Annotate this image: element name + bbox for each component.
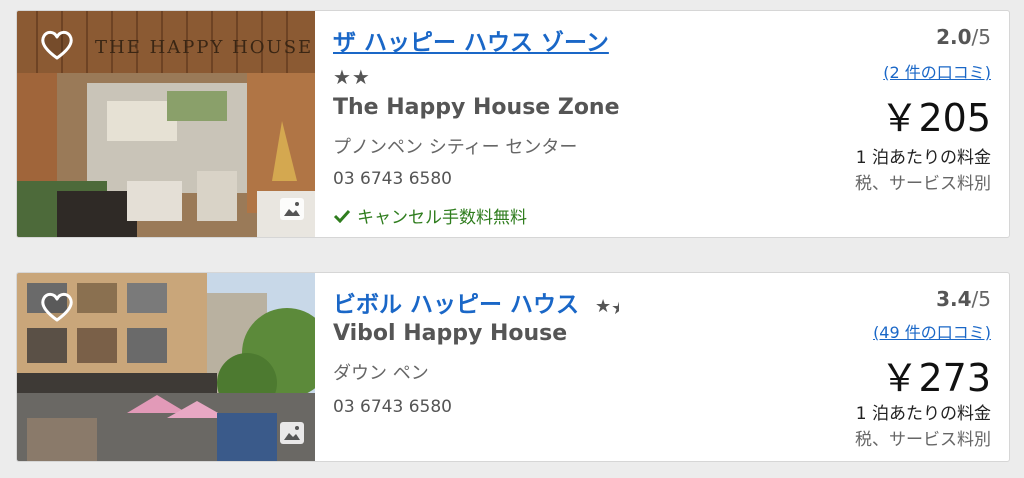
star-icon: ★ <box>595 296 612 317</box>
heart-icon[interactable] <box>39 291 75 323</box>
price: ￥273 <box>880 356 991 400</box>
hotel-name-jp-link[interactable]: ビボル ハッピー ハウス ★★ <box>333 285 619 319</box>
image-gallery-icon[interactable] <box>279 421 305 445</box>
free-cancellation: キャンセル手数料無料 <box>333 203 527 228</box>
hotel-photo-1[interactable]: THE HAPPY HOUSE <box>17 11 315 237</box>
price-per-night-note: 1 泊あたりの料金 <box>855 148 991 168</box>
tax-note: 税、サービス料別 <box>855 174 991 194</box>
reviews-link[interactable]: (49 件の口コミ) <box>873 319 991 343</box>
hotel-area: プノンペン シティー センター <box>333 137 578 158</box>
reviews-link[interactable]: (2 件の口コミ) <box>883 59 991 83</box>
half-star-icon: ★ <box>611 298 619 319</box>
heart-icon[interactable] <box>39 29 75 61</box>
price-block-2: 3.4/5 (49 件の口コミ) ￥273 1 泊あたりの料金 税、サービス料別 <box>751 273 991 461</box>
review-score: 3.4/5 <box>936 287 991 311</box>
star-rating: ★★ <box>595 296 619 319</box>
review-score: 2.0/5 <box>936 25 991 49</box>
hotel-name-en: The Happy House Zone <box>333 95 620 120</box>
hotel-info-1: ザ ハッピー ハウス ゾーン ★★ The Happy House Zone プ… <box>333 11 1009 237</box>
hotel-name-en: Vibol Happy House <box>333 321 568 346</box>
hotel-card-1[interactable]: THE HAPPY HOUSE ザ ハッピー ハウス ゾーン ★★ The Ha… <box>16 10 1010 238</box>
hotel-card-2[interactable]: ビボル ハッピー ハウス ★★ Vibol Happy House ダウン ペン… <box>16 272 1010 462</box>
hotel-name-jp-text[interactable]: ビボル ハッピー ハウス <box>333 292 579 318</box>
price-per-night-note: 1 泊あたりの料金 <box>855 404 991 424</box>
free-cancellation-label: キャンセル手数料無料 <box>357 208 527 228</box>
hotel-info-2: ビボル ハッピー ハウス ★★ Vibol Happy House ダウン ペン… <box>333 273 1009 461</box>
hotel-name-jp-link[interactable]: ザ ハッピー ハウス ゾーン <box>333 23 609 57</box>
review-score-value: 3.4 <box>936 287 972 311</box>
hotel-area: ダウン ペン <box>333 363 429 384</box>
checkmark-icon <box>333 209 351 223</box>
star-rating: ★★ <box>333 65 371 89</box>
price-block-1: 2.0/5 (2 件の口コミ) ￥205 1 泊あたりの料金 税、サービス料別 <box>751 11 991 237</box>
price: ￥205 <box>880 96 991 140</box>
review-score-max: /5 <box>971 287 991 311</box>
tax-note: 税、サービス料別 <box>855 430 991 450</box>
review-score-value: 2.0 <box>936 25 972 49</box>
hotel-phone: 03 6743 6580 <box>333 169 452 189</box>
photo-sign-text: THE HAPPY HOUSE <box>95 37 313 58</box>
hotel-phone: 03 6743 6580 <box>333 397 452 417</box>
hotel-photo-2[interactable] <box>17 273 315 461</box>
image-gallery-icon[interactable] <box>279 197 305 221</box>
review-score-max: /5 <box>971 25 991 49</box>
